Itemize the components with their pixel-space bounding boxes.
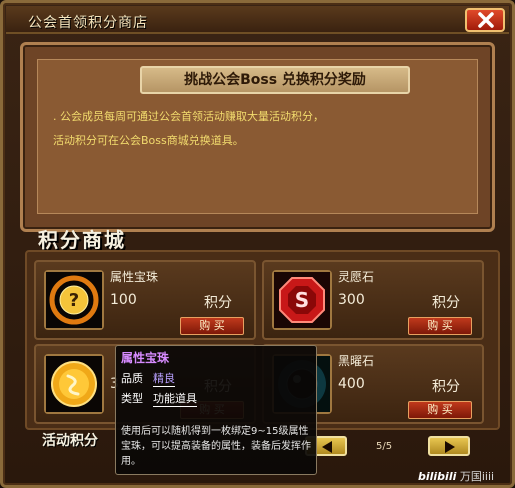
banner-title: 挑战公会Boss 兑换积分奖励: [140, 66, 410, 94]
svg-text:S: S: [295, 288, 309, 312]
desc-line-2: 活动积分可在公会Boss商城兑换道具。: [53, 134, 244, 147]
tooltip-type-value: 功能道具: [153, 392, 197, 407]
tooltip-type-row: 类型 功能道具: [121, 390, 197, 407]
item-slot[interactable]: [44, 354, 104, 414]
close-button[interactable]: [465, 8, 505, 32]
item-slot[interactable]: ?: [44, 270, 104, 330]
price-unit: 积分: [204, 295, 232, 311]
item-name: 属性宝珠: [110, 270, 159, 284]
question-orb-icon: ?: [46, 272, 102, 328]
activity-points-label: 活动积分: [42, 433, 98, 449]
window-title: 公会首领积分商店: [28, 15, 148, 31]
close-icon: [478, 12, 494, 28]
shop-item-card: S 灵愿石 300 积分 购 买: [262, 260, 484, 340]
desc-line-1: . 公会成员每周可通过公会首领活动赚取大量活动积分，: [53, 110, 324, 123]
tooltip-quality-row: 品质 精良: [121, 370, 175, 387]
item-slot[interactable]: S: [272, 270, 332, 330]
tooltip-quality-label: 品质: [121, 372, 143, 385]
svg-text:?: ?: [69, 290, 79, 311]
watermark-text: 万国iiii: [459, 470, 495, 483]
tooltip-item-name: 属性宝珠: [121, 351, 170, 365]
item-price: 300: [338, 292, 365, 308]
price-unit: 积分: [432, 379, 460, 395]
arrow-right-icon: [445, 441, 455, 453]
item-name: 黑曜石: [338, 354, 375, 368]
buy-button[interactable]: 购 买: [180, 317, 244, 335]
tooltip-type-label: 类型: [121, 392, 143, 405]
buy-button[interactable]: 购 买: [408, 401, 472, 419]
next-page-button[interactable]: [428, 436, 470, 456]
banner-description: . 公会成员每周可通过公会首领活动赚取大量活动积分， 活动积分可在公会Boss商…: [53, 105, 473, 153]
title-bar: 公会首领积分商店: [6, 6, 509, 34]
item-price: 400: [338, 376, 365, 392]
shop-section-title: 积分商城: [38, 228, 126, 252]
bilibili-logo: bilibili: [418, 470, 457, 483]
item-price: 100: [110, 292, 137, 308]
watermark: bilibili 万国iiii: [418, 468, 494, 484]
banner-frame: 挑战公会Boss 兑换积分奖励 . 公会成员每周可通过公会首领活动赚取大量活动积…: [20, 42, 495, 232]
tooltip-description: 使用后可以随机得到一枚绑定9~15级属性宝珠，可以提高装备的属性，装备后发挥作用…: [121, 426, 311, 467]
gold-coin-icon: [46, 356, 102, 412]
arrow-left-icon: [322, 441, 332, 453]
page-indicator: 5/5: [376, 441, 393, 452]
red-gem-icon: S: [274, 272, 330, 328]
buy-button[interactable]: 购 买: [408, 317, 472, 335]
tooltip-quality-value: 精良: [153, 372, 175, 387]
item-name: 灵愿石: [338, 270, 375, 284]
item-tooltip: 属性宝珠 品质 精良 类型 功能道具 使用后可以随机得到一枚绑定9~15级属性宝…: [115, 345, 317, 475]
shop-item-card: ? 属性宝珠 100 积分 购 买: [34, 260, 256, 340]
price-unit: 积分: [432, 295, 460, 311]
